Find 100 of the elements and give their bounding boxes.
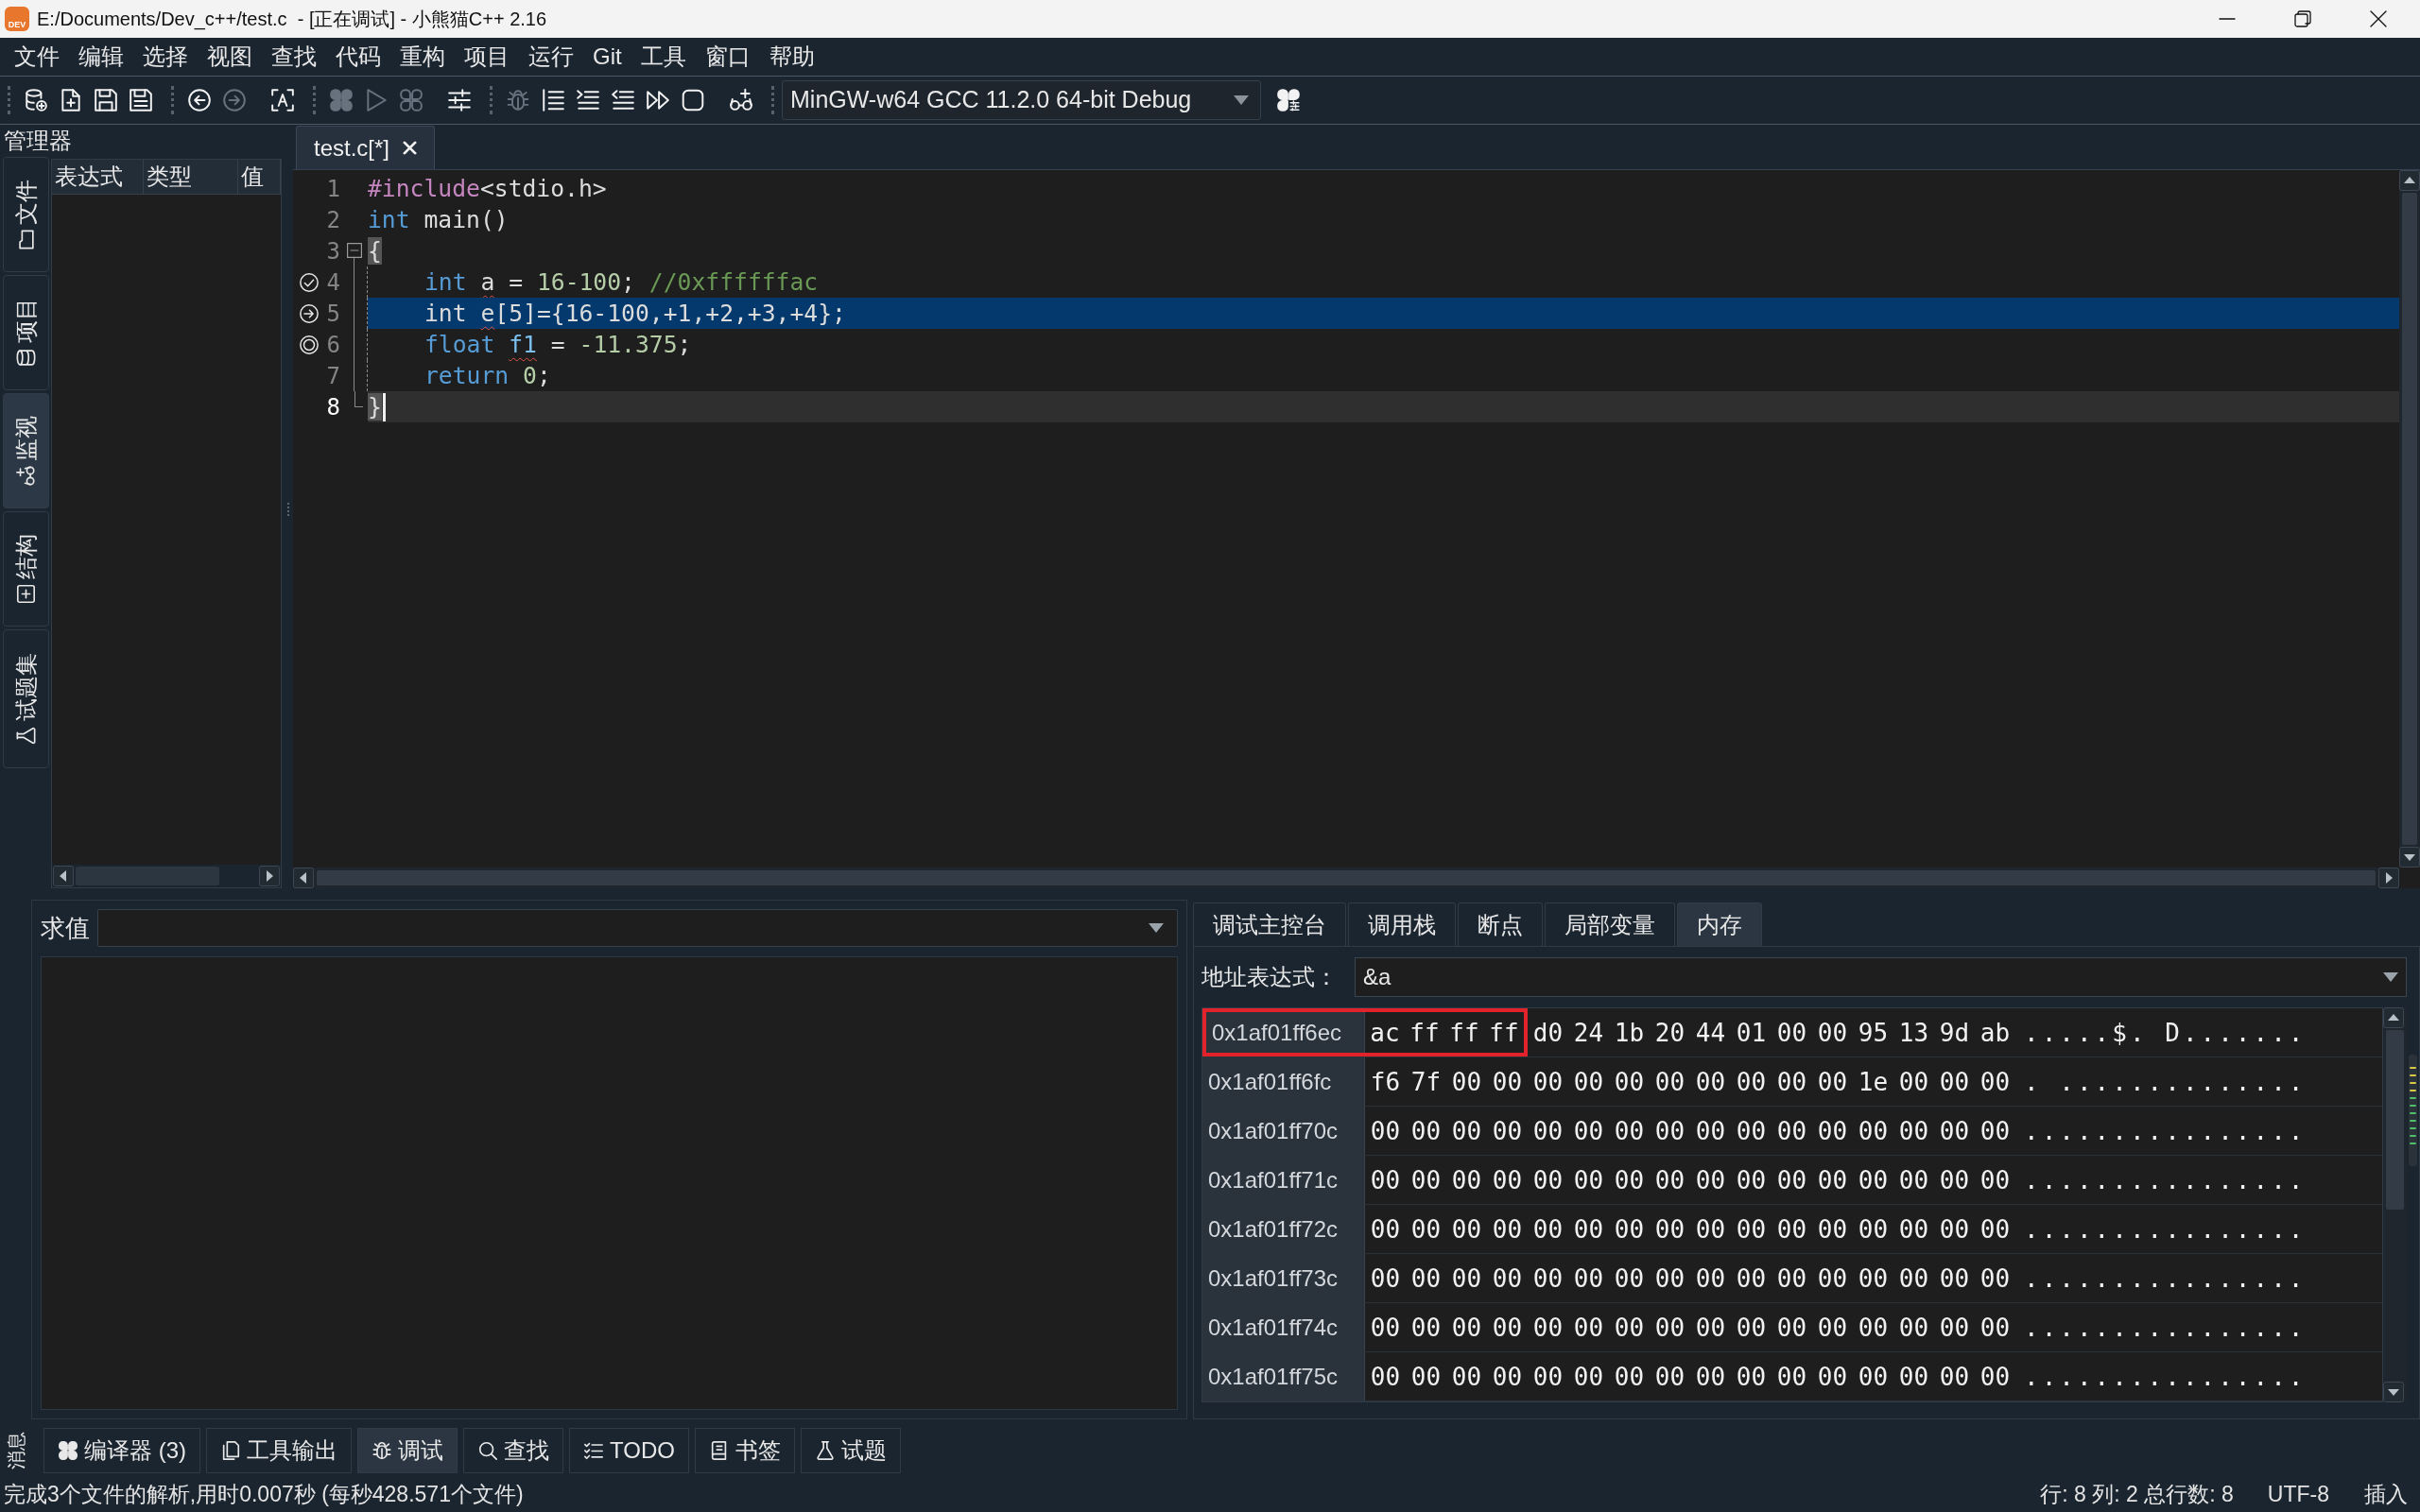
panel-tab[interactable]: 局部变量	[1545, 902, 1675, 946]
restore-icon[interactable]	[2294, 10, 2311, 27]
menu-item[interactable]: 选择	[133, 45, 198, 68]
byte-cell-text: 00	[1531, 1263, 1564, 1295]
scrollbar-thumb[interactable]	[317, 870, 2376, 885]
byte-cell-text: 00	[1979, 1164, 2012, 1196]
line-number: 6	[326, 333, 340, 356]
scrollbar-thumb[interactable]	[2402, 193, 2417, 845]
sliders-icon[interactable]	[446, 88, 472, 112]
scroll-up-icon[interactable]	[2383, 1007, 2404, 1028]
save-icon[interactable]	[93, 88, 118, 112]
byte-cell-text: 00	[1572, 1066, 1605, 1098]
toolbar-grip[interactable]	[171, 86, 174, 114]
scroll-up-icon[interactable]	[2399, 170, 2420, 191]
panel-tab[interactable]: 断点	[1458, 902, 1543, 946]
column-header[interactable]: 值	[238, 160, 281, 194]
menu-item[interactable]: Git	[583, 45, 631, 68]
save-all-icon[interactable]	[128, 88, 153, 112]
menu-item[interactable]: 查找	[262, 45, 326, 68]
panel-tab[interactable]: 内存	[1677, 902, 1762, 946]
scroll-down-icon[interactable]	[2399, 847, 2420, 868]
scrollbar-thumb[interactable]	[2386, 1030, 2404, 1210]
byte-cell-text: 00	[1653, 1361, 1686, 1393]
panel-tab[interactable]: 调用栈	[1348, 902, 1456, 946]
byte-cell-text: 00	[1613, 1066, 1646, 1098]
menu-item[interactable]: 视图	[198, 45, 262, 68]
panel-tab[interactable]: 查找	[463, 1427, 563, 1473]
list-bar-icon[interactable]	[540, 88, 565, 112]
menu-item[interactable]: 工具	[631, 45, 696, 68]
byte-cell-text: 00	[1938, 1263, 1971, 1295]
byte-cell-text: 00	[1694, 1066, 1727, 1098]
panel-tab[interactable]: 调试	[357, 1427, 458, 1473]
scroll-down-icon[interactable]	[2383, 1382, 2404, 1402]
menu-item[interactable]: 窗口	[695, 45, 760, 68]
close-icon[interactable]	[2370, 10, 2387, 27]
panel-tab[interactable]: 书签	[694, 1427, 795, 1473]
side-tab[interactable]: 文件	[3, 157, 49, 272]
byte-cell-text: 00	[1572, 1115, 1605, 1147]
byte-cell-text: 00	[1897, 1066, 1930, 1098]
back-icon[interactable]	[186, 88, 212, 112]
ascii-text: ................	[2024, 1364, 2307, 1389]
scroll-right-icon[interactable]	[259, 866, 280, 886]
toolbar-grip[interactable]	[8, 86, 10, 114]
scroll-right-icon[interactable]	[2378, 868, 2399, 888]
side-tab[interactable]: 监视	[3, 393, 49, 508]
scroll-left-icon[interactable]	[293, 868, 314, 888]
side-tab[interactable]: 试题集	[3, 629, 49, 768]
fast-forward-icon[interactable]	[645, 88, 670, 112]
menu-item[interactable]: 帮助	[759, 45, 824, 68]
address-field[interactable]: &a	[1355, 957, 2407, 997]
byte-cell-text: 00	[1897, 1312, 1930, 1344]
scroll-left-icon[interactable]	[53, 866, 74, 886]
byte-cell-text: 00	[1409, 1213, 1443, 1246]
menu-item[interactable]: 重构	[390, 45, 455, 68]
flask-icon	[814, 1439, 836, 1461]
petals-lines-icon[interactable]	[1275, 88, 1301, 112]
ascii-text: ................	[2024, 1265, 2307, 1291]
toolbar-grip[interactable]	[313, 86, 316, 114]
column-header[interactable]: 表达式	[52, 160, 144, 194]
byte-cell-text: 00	[1369, 1115, 1402, 1147]
menu-item[interactable]: 编辑	[69, 45, 133, 68]
menu-item[interactable]: 运行	[519, 45, 583, 68]
editor-tab[interactable]: test.c[*]	[296, 126, 436, 169]
fold-toggle-icon[interactable]	[346, 243, 362, 258]
byte-cell-text: 00	[1938, 1312, 1971, 1344]
menu-item[interactable]: 文件	[5, 45, 69, 68]
byte-cell-text: 00	[1653, 1066, 1686, 1098]
byte-cell-text: ab	[1979, 1017, 2012, 1049]
list-arrow-right-icon[interactable]	[575, 88, 600, 112]
menu-item[interactable]: 项目	[455, 45, 519, 68]
insert-mode-label: 插入	[2364, 1483, 2408, 1505]
compiler-select[interactable]: MinGW-w64 GCC 11.2.0 64-bit Debug	[782, 80, 1261, 120]
side-tab[interactable]: 结构	[3, 511, 49, 627]
minimize-icon[interactable]	[2219, 18, 2236, 20]
byte-cell-text: 00	[1572, 1164, 1605, 1196]
side-tab[interactable]: 项目	[3, 275, 49, 390]
glasses-plus-icon[interactable]	[728, 88, 753, 112]
panel-tab[interactable]: TODO	[569, 1427, 689, 1473]
byte-cell-text: 00	[1816, 1213, 1849, 1246]
panel-tab[interactable]: 试题	[800, 1427, 901, 1473]
byte-cell-text: 00	[1572, 1213, 1605, 1246]
messages-tab[interactable]: 消息	[6, 1431, 26, 1469]
stop-icon[interactable]	[680, 88, 705, 112]
toolbar-grip[interactable]	[771, 86, 774, 114]
byte-cell-text: 00	[1409, 1312, 1443, 1344]
caret-icon	[1234, 95, 1249, 105]
toolbar-grip[interactable]	[490, 86, 493, 114]
panel-tab[interactable]: 调试主控台	[1193, 902, 1346, 946]
byte-cell-text: 00	[1450, 1361, 1483, 1393]
panel-tab[interactable]: 工具输出	[206, 1427, 352, 1473]
encoding-label[interactable]: UTF-8	[2267, 1483, 2329, 1505]
byte-cell-text: 00	[1491, 1115, 1524, 1147]
byte-cell-text: ff	[1488, 1017, 1520, 1049]
menu-item[interactable]: 代码	[326, 45, 390, 68]
letter-frame-icon[interactable]	[269, 88, 295, 112]
expression-field[interactable]	[97, 909, 1178, 947]
column-header[interactable]: 类型	[144, 160, 238, 194]
database-plus-icon[interactable]	[23, 88, 48, 112]
panel-tab[interactable]: 编译器 (3)	[43, 1427, 200, 1473]
list-arrow-left-icon[interactable]	[610, 88, 635, 112]
